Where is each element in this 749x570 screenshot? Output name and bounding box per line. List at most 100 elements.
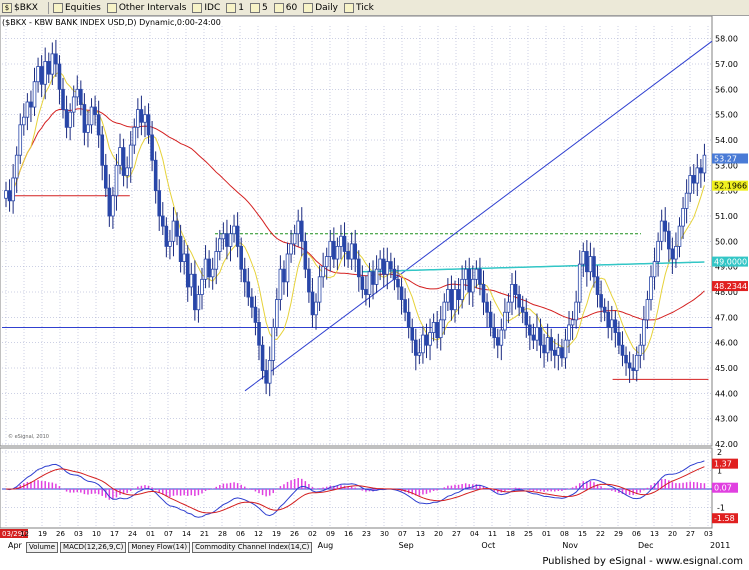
candle-body-up	[182, 253, 186, 262]
candle-body-up	[681, 207, 685, 227]
candle-body-up	[638, 344, 643, 356]
clock-icon	[192, 2, 203, 13]
date-tick-label: 13	[416, 530, 425, 538]
candle-body-down	[399, 286, 404, 300]
candle-body-up	[221, 233, 226, 240]
candle-body-down	[185, 253, 190, 288]
date-tick-label: 26	[56, 530, 65, 538]
candle-body-up	[349, 243, 354, 260]
interval-1[interactable]: 1	[226, 2, 244, 13]
candle-body-down	[542, 344, 546, 354]
price-label: 52.1966	[712, 180, 748, 191]
tab-cci[interactable]: Commodity Channel Index(14,C)	[192, 542, 313, 553]
interval-tick[interactable]: Tick	[343, 2, 374, 13]
candle-body-down	[552, 349, 557, 356]
price-tick-label: 54.00	[715, 136, 738, 145]
candle-body-down	[346, 251, 350, 260]
candle-body-down	[531, 334, 536, 341]
interval-daily[interactable]: Daily	[303, 2, 338, 13]
candle-body-down	[560, 347, 564, 359]
date-tick-label: 01	[542, 530, 551, 538]
date-tick-label: 08	[560, 530, 569, 538]
date-tick-label: 29	[614, 530, 623, 538]
candle-body-up	[695, 167, 700, 184]
price-label-text: 52.1966	[714, 182, 747, 191]
date-tick-label: 28	[218, 530, 227, 538]
date-tick-label: 30	[380, 530, 389, 538]
candle-body-up	[674, 245, 678, 260]
candle-body-down	[413, 339, 418, 356]
date-tick-label: 20	[434, 530, 443, 538]
candle-body-down	[93, 106, 97, 116]
candle-body-down	[524, 311, 529, 326]
tab-volume[interactable]: Volume	[26, 542, 59, 553]
tab-macd[interactable]: MACD(12,26,9,C)	[60, 542, 127, 553]
price-chart[interactable]: ($BKX - KBW BANK INDEX USD,D) Dynamic,0:…	[0, 16, 749, 554]
candle-body-down	[592, 256, 596, 278]
candle-body-up	[128, 144, 133, 169]
candle-body-up	[463, 268, 468, 280]
date-tick-label: 01	[146, 530, 155, 538]
clock-icon	[226, 2, 237, 13]
candle-body-up	[218, 238, 222, 252]
candle-body-down	[253, 306, 258, 323]
candle-body-down	[160, 215, 165, 227]
candle-body-up	[189, 273, 194, 288]
candle-body-up	[171, 220, 176, 242]
candle-body-down	[492, 327, 496, 339]
candle-body-down	[146, 114, 151, 136]
candle-body-up	[132, 126, 137, 146]
folder-icon	[106, 2, 117, 13]
candle-body-down	[342, 235, 347, 252]
date-tick-label: 21	[200, 530, 209, 538]
candle-body-down	[538, 327, 543, 346]
tab-money-flow[interactable]: Money Flow(14)	[128, 542, 191, 553]
date-tick-label: 23	[362, 530, 371, 538]
macd-label-text: 0.07	[714, 484, 732, 493]
symbol-field[interactable]: $ $BKX	[2, 2, 38, 13]
macd-label: 0.07	[712, 482, 738, 493]
candle-body-up	[499, 329, 504, 346]
candle-body-down	[310, 291, 315, 316]
candle-body-up	[438, 319, 443, 339]
candle-body-up	[460, 278, 464, 301]
candle-body-down	[406, 311, 411, 328]
date-tick-label: 25	[524, 530, 533, 538]
candle-body-up	[367, 271, 372, 295]
candle-body-up	[18, 124, 23, 156]
price-label-text: 53.27	[714, 154, 737, 163]
candle-body-down	[121, 147, 126, 176]
price-tick-label: 45.00	[715, 364, 738, 373]
interval-idc[interactable]: IDC	[192, 2, 220, 13]
candle-body-down	[691, 175, 696, 184]
candle-body-down	[699, 167, 703, 174]
candle-body-up	[446, 289, 450, 303]
candle-body-down	[595, 276, 600, 295]
clock-icon	[343, 2, 354, 13]
month-label: Apr	[8, 541, 23, 550]
equities-menu[interactable]: Equities	[52, 2, 101, 13]
candle-body-down	[61, 88, 65, 111]
date-tick-label: 17	[110, 530, 119, 538]
candle-body-up	[431, 321, 436, 333]
macd-panel	[0, 447, 713, 529]
interval-5[interactable]: 5	[250, 2, 268, 13]
date-tick-label: 10	[92, 530, 101, 538]
chart-area[interactable]: ($BKX - KBW BANK INDEX USD,D) Dynamic,0:…	[0, 16, 749, 554]
candle-body-up	[428, 332, 432, 346]
candle-body-up	[702, 154, 707, 174]
folder-icon	[52, 2, 63, 13]
date-tick-label: 09	[326, 530, 335, 538]
candle-body-up	[143, 114, 147, 123]
candle-body-down	[520, 306, 525, 313]
candle-body-down	[153, 159, 158, 192]
interval-60[interactable]: 60	[273, 2, 297, 13]
candle-body-up	[324, 256, 329, 268]
date-tick-label: 16	[344, 530, 353, 538]
date-tick-label: 22	[596, 530, 605, 538]
other-intervals-menu[interactable]: Other Intervals	[106, 2, 186, 13]
date-tick-label: 04	[470, 530, 479, 538]
candle-body-up	[271, 327, 276, 361]
price-label-text: 49.0000	[714, 258, 747, 267]
candle-body-up	[267, 359, 272, 384]
